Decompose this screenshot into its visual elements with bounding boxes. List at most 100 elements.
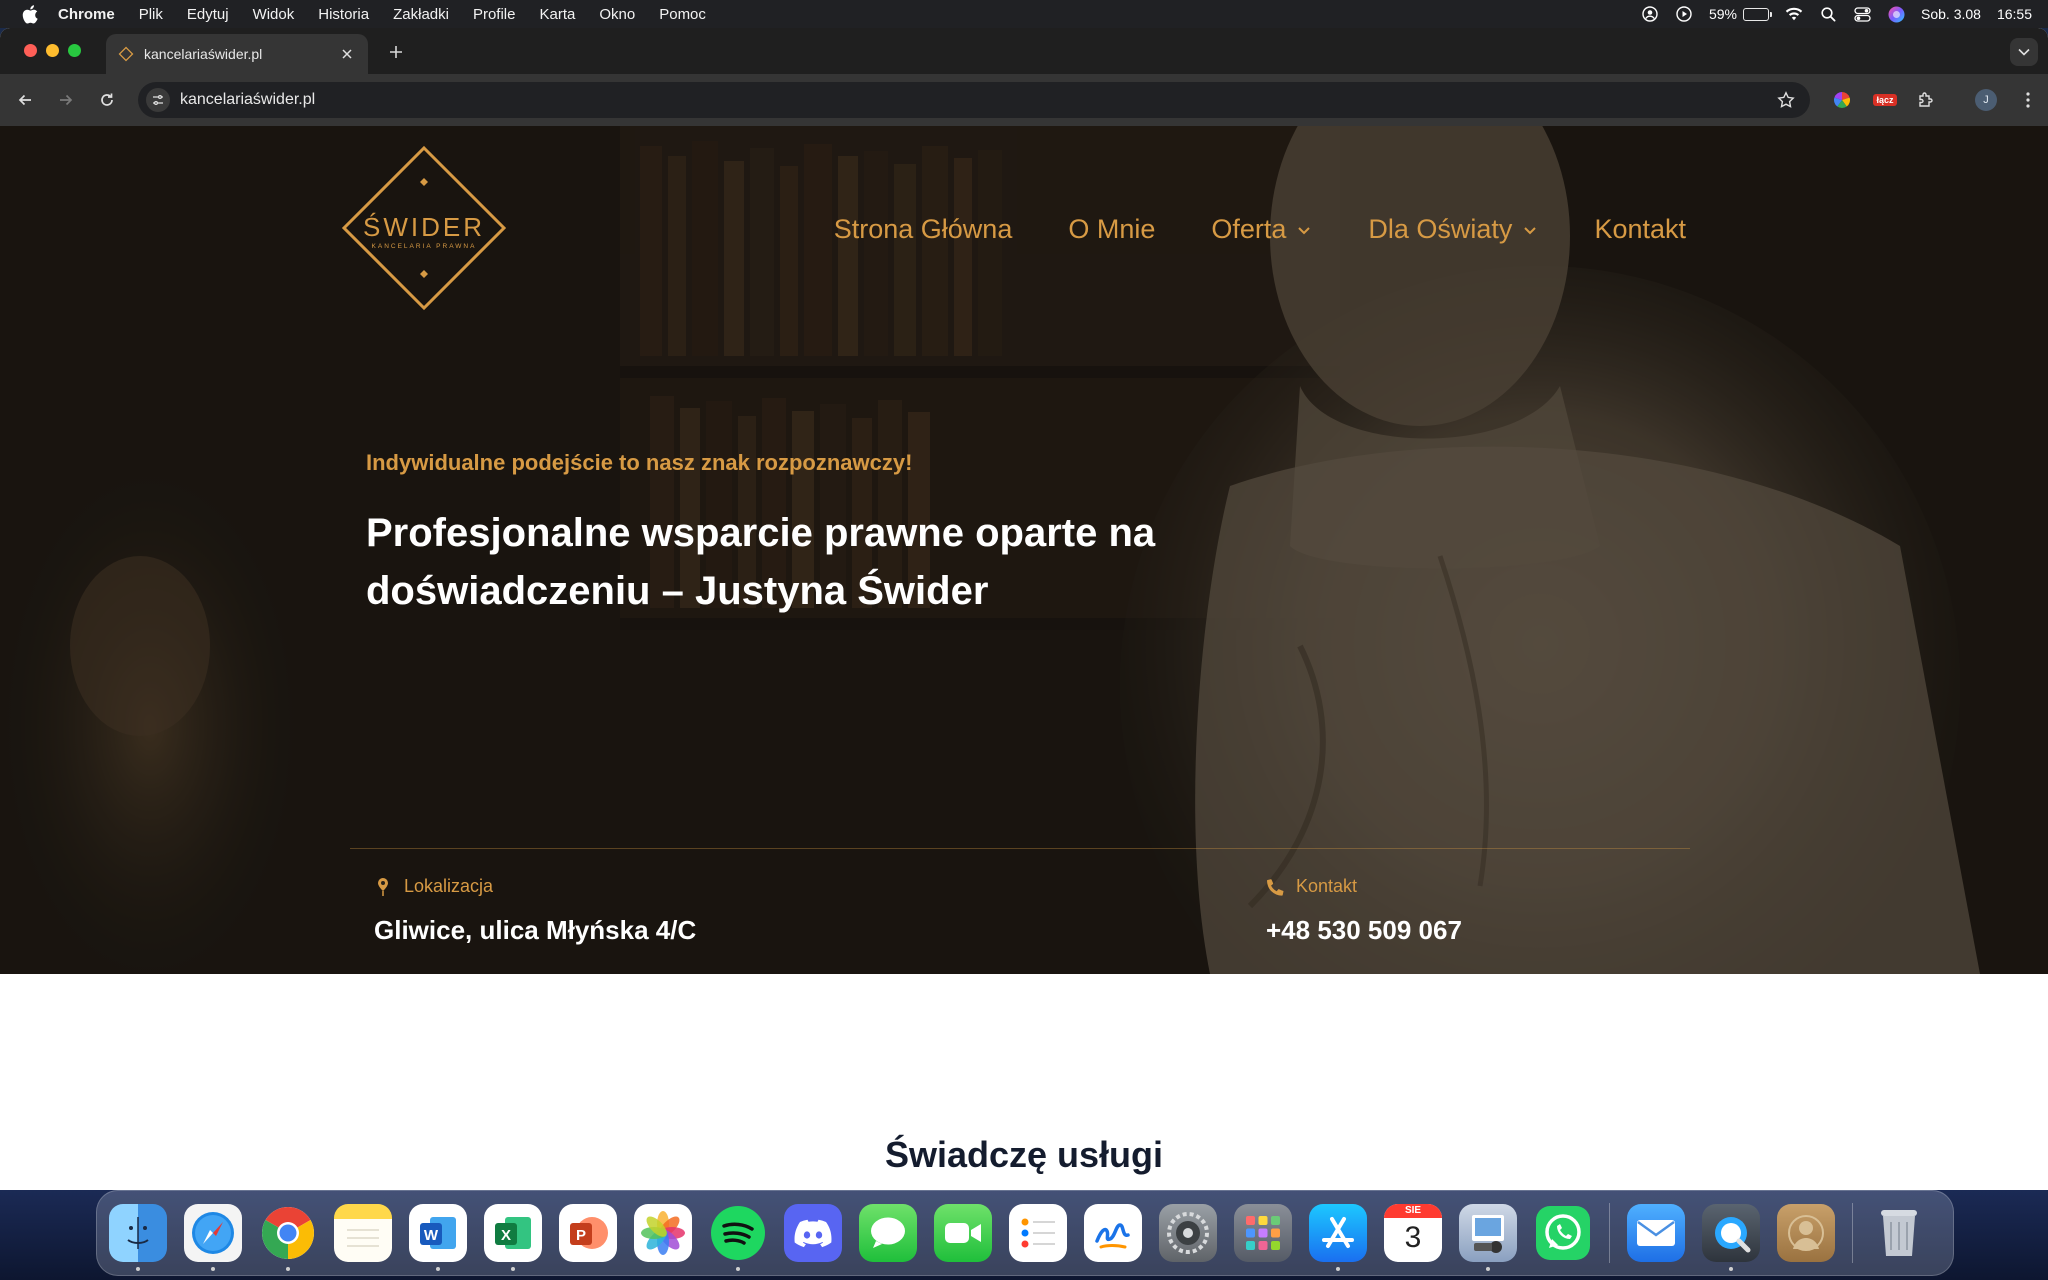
- nav-o-mnie[interactable]: O Mnie: [1068, 214, 1155, 245]
- forward-button[interactable]: [50, 84, 82, 116]
- menu-karta[interactable]: Karta: [540, 6, 576, 23]
- spotlight-search-icon[interactable]: [1819, 5, 1837, 23]
- site-favicon-icon: [118, 46, 134, 62]
- quicktime-icon[interactable]: [1702, 1204, 1760, 1271]
- chevron-down-icon: [1296, 222, 1312, 238]
- facetime-icon[interactable]: [934, 1204, 992, 1262]
- tab-close-icon[interactable]: [338, 45, 356, 63]
- phone-icon: [1266, 877, 1284, 897]
- window-close-button[interactable]: [24, 44, 37, 57]
- tab-active[interactable]: kancelariaświder.pl: [106, 34, 368, 74]
- mail-icon[interactable]: [1627, 1204, 1685, 1262]
- site-logo[interactable]: ŚWIDER KANCELARIA PRAWNA: [340, 144, 508, 312]
- hero-divider: [350, 848, 1690, 849]
- tab-strip: kancelariaświder.pl: [0, 28, 2048, 74]
- trash-icon[interactable]: [1870, 1204, 1928, 1262]
- menubar-date[interactable]: Sob. 3.08: [1921, 6, 1981, 22]
- color-extension-icon[interactable]: [1830, 88, 1854, 112]
- macos-dock: W X P SIE 3: [96, 1190, 1954, 1276]
- main-navigation: Strona Główna O Mnie Oferta Dla Oświaty …: [834, 214, 1686, 245]
- calendar-day: 3: [1404, 1221, 1422, 1254]
- spotify-icon[interactable]: [709, 1204, 767, 1271]
- svg-text:W: W: [424, 1227, 439, 1244]
- profile-button[interactable]: J: [1974, 88, 1998, 112]
- freeform-icon[interactable]: [1084, 1204, 1142, 1262]
- siri-icon[interactable]: [1887, 5, 1905, 23]
- extensions-puzzle-icon[interactable]: [1914, 88, 1938, 112]
- running-indicator: [511, 1267, 515, 1271]
- macos-menu-bar: Chrome Plik Edytuj Widok Historia Zakład…: [0, 0, 2048, 28]
- menu-widok[interactable]: Widok: [253, 6, 295, 23]
- menu-edytuj[interactable]: Edytuj: [187, 6, 229, 23]
- calendar-icon[interactable]: SIE 3: [1384, 1204, 1442, 1262]
- system-settings-icon[interactable]: [1159, 1204, 1217, 1262]
- menu-historia[interactable]: Historia: [318, 6, 369, 23]
- notes-icon[interactable]: [334, 1204, 392, 1262]
- location-block: Lokalizacja Gliwice, ulica Młyńska 4/C: [374, 876, 696, 946]
- running-indicator: [211, 1267, 215, 1271]
- tab-search-button[interactable]: [2010, 38, 2038, 66]
- menu-okno[interactable]: Okno: [599, 6, 635, 23]
- dock-separator: [1852, 1203, 1853, 1263]
- chrome-menu-icon[interactable]: [2016, 88, 2040, 112]
- apple-menu-icon[interactable]: [20, 4, 40, 24]
- logo-tagline: KANCELARIA PRAWNA: [372, 243, 477, 250]
- user-status-icon[interactable]: [1641, 5, 1659, 23]
- excel-icon[interactable]: X: [484, 1204, 542, 1271]
- menu-plik[interactable]: Plik: [139, 6, 163, 23]
- menubar-time[interactable]: 16:55: [1997, 6, 2032, 22]
- window-minimize-button[interactable]: [46, 44, 59, 57]
- menu-zakladki[interactable]: Zakładki: [393, 6, 449, 23]
- page-viewport: ŚWIDER KANCELARIA PRAWNA Strona Główna O…: [0, 126, 2048, 1190]
- wifi-icon[interactable]: [1785, 5, 1803, 23]
- profile-avatar: J: [1975, 89, 1997, 111]
- menu-profile[interactable]: Profile: [473, 6, 516, 23]
- contacts-icon[interactable]: [1777, 1204, 1835, 1262]
- nav-label: Kontakt: [1594, 214, 1686, 244]
- site-settings-icon[interactable]: [146, 88, 170, 112]
- hero-headline: Profesjonalne wsparcie prawne oparte na …: [366, 511, 1156, 613]
- location-label-row: Lokalizacja: [374, 876, 696, 897]
- battery-indicator[interactable]: 59%: [1709, 6, 1773, 22]
- reminders-icon[interactable]: [1009, 1204, 1067, 1262]
- reload-icon: [101, 93, 113, 106]
- reload-button[interactable]: [91, 84, 123, 116]
- running-indicator: [736, 1267, 740, 1271]
- play-status-icon[interactable]: [1675, 5, 1693, 23]
- chevron-down-icon: [2018, 48, 2030, 56]
- address-bar[interactable]: kancelariaświder.pl: [138, 82, 1810, 118]
- whatsapp-icon[interactable]: [1534, 1204, 1592, 1262]
- hero-eyebrow: Indywidualne podejście to nasz znak rozp…: [366, 450, 913, 475]
- laczy-extension-icon[interactable]: łącz: [1868, 88, 1902, 112]
- svg-text:X: X: [501, 1227, 511, 1244]
- menu-pomoc[interactable]: Pomoc: [659, 6, 706, 23]
- nav-strona-glowna[interactable]: Strona Główna: [834, 214, 1013, 245]
- tab-title: kancelariaświder.pl: [144, 46, 263, 62]
- preview-icon[interactable]: [1459, 1204, 1517, 1271]
- new-tab-button[interactable]: [384, 40, 408, 64]
- nav-dla-oswiaty[interactable]: Dla Oświaty: [1368, 214, 1538, 245]
- chrome-icon[interactable]: [259, 1204, 317, 1271]
- messages-icon[interactable]: [859, 1204, 917, 1262]
- nav-kontakt[interactable]: Kontakt: [1594, 214, 1686, 245]
- control-center-icon[interactable]: [1853, 5, 1871, 23]
- url-text[interactable]: kancelariaświder.pl: [180, 91, 1774, 109]
- photos-icon[interactable]: [634, 1204, 692, 1262]
- word-icon[interactable]: W: [409, 1204, 467, 1271]
- back-button[interactable]: [9, 84, 41, 116]
- launchpad-icon[interactable]: [1234, 1204, 1292, 1262]
- safari-icon[interactable]: [184, 1204, 242, 1271]
- contact-phone[interactable]: +48 530 509 067: [1266, 915, 1462, 946]
- running-indicator: [436, 1267, 440, 1271]
- running-indicator: [1729, 1267, 1733, 1271]
- window-controls: [24, 44, 81, 57]
- finder-icon[interactable]: [109, 1204, 167, 1271]
- powerpoint-icon[interactable]: P: [559, 1204, 617, 1262]
- bookmark-star-icon[interactable]: [1774, 88, 1798, 112]
- contact-label: Kontakt: [1296, 876, 1358, 896]
- discord-icon[interactable]: [784, 1204, 842, 1262]
- menu-app-name[interactable]: Chrome: [58, 6, 115, 23]
- app-store-icon[interactable]: [1309, 1204, 1367, 1271]
- window-maximize-button[interactable]: [68, 44, 81, 57]
- nav-oferta[interactable]: Oferta: [1211, 214, 1312, 245]
